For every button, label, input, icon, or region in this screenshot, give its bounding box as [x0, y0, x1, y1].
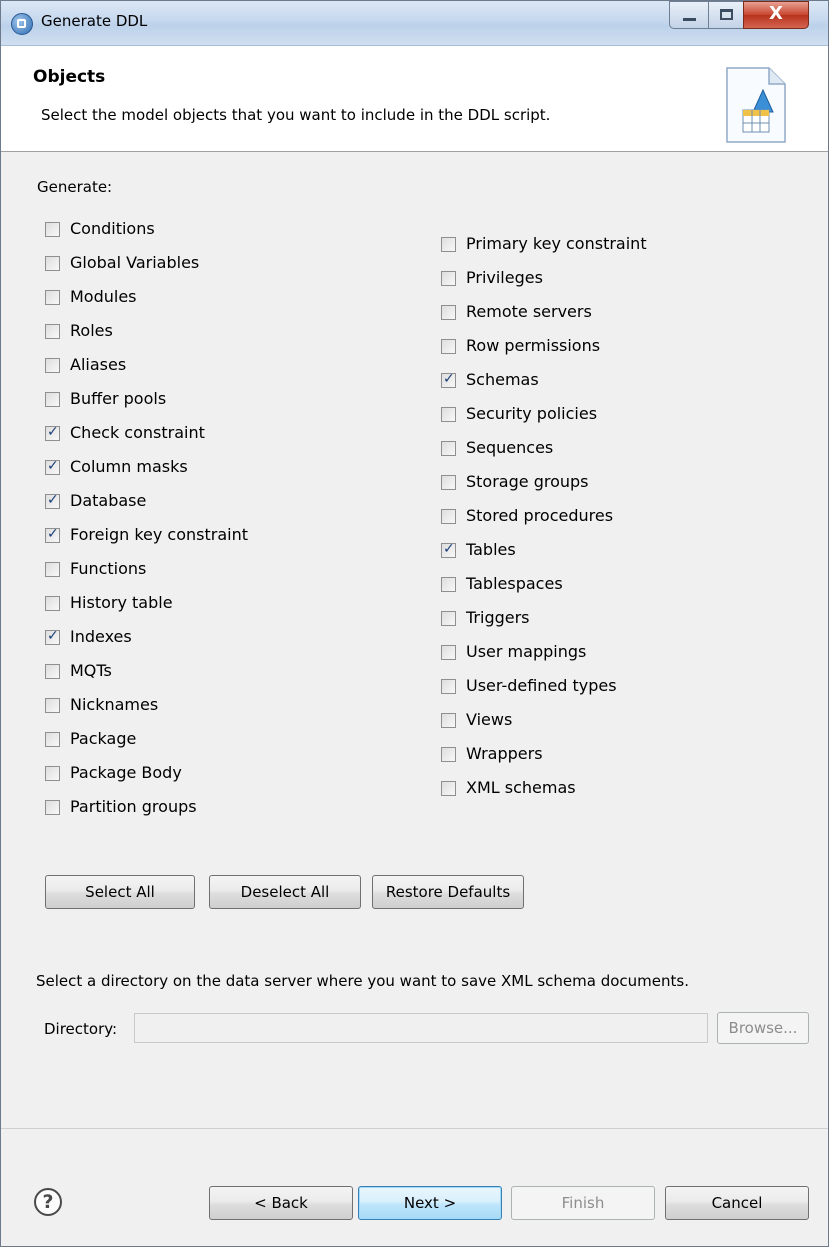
checkbox-box[interactable] — [441, 645, 456, 660]
checkbox-label: Database — [70, 491, 147, 510]
browse-button[interactable]: Browse... — [717, 1012, 809, 1044]
checkbox-box[interactable] — [45, 324, 60, 339]
checkbox-label: Tables — [466, 540, 516, 559]
deselect-all-button[interactable]: Deselect All — [209, 875, 361, 909]
maximize-button[interactable] — [708, 1, 744, 29]
checkbox-box[interactable] — [45, 256, 60, 271]
generate-ddl-dialog: Generate DDL X Objects Select the model … — [0, 0, 829, 1247]
ddl-script-icon — [726, 67, 786, 143]
checkbox-label: Conditions — [70, 219, 155, 238]
checkbox-label: Privileges — [466, 268, 543, 287]
checkbox-label: Package — [70, 729, 137, 748]
minimize-button[interactable] — [669, 1, 709, 29]
checkbox-label: Primary key constraint — [466, 234, 647, 253]
title-bar: Generate DDL X — [1, 1, 828, 46]
checkbox-box[interactable] — [441, 509, 456, 524]
restore-defaults-button[interactable]: Restore Defaults — [372, 875, 524, 909]
generate-label: Generate: — [37, 178, 113, 196]
checkbox-box[interactable] — [441, 237, 456, 252]
footer-separator — [1, 1128, 828, 1129]
select-all-button[interactable]: Select All — [45, 875, 195, 909]
directory-input[interactable] — [134, 1013, 708, 1043]
checkbox-box[interactable] — [45, 526, 60, 543]
checkbox-label: Wrappers — [466, 744, 543, 763]
checkbox-label: Aliases — [70, 355, 127, 374]
checkbox-box[interactable] — [441, 713, 456, 728]
close-button[interactable]: X — [743, 1, 809, 29]
app-icon — [11, 13, 33, 35]
checkbox-box[interactable] — [45, 222, 60, 237]
checkbox-box[interactable] — [45, 596, 60, 611]
checkbox-box[interactable] — [441, 407, 456, 422]
checkbox-label: Package Body — [70, 763, 182, 782]
cancel-button[interactable]: Cancel — [665, 1186, 809, 1220]
checkbox-label: Indexes — [70, 627, 132, 646]
checkbox-label: Roles — [70, 321, 113, 340]
minimize-icon — [683, 18, 696, 21]
checkbox-box[interactable] — [45, 732, 60, 747]
checkbox-label: MQTs — [70, 661, 112, 680]
checkbox-box[interactable] — [441, 541, 456, 558]
checkbox-box[interactable] — [441, 305, 456, 320]
checkbox-box[interactable] — [441, 339, 456, 354]
checkbox-box[interactable] — [45, 458, 60, 475]
checkbox-box[interactable] — [45, 392, 60, 407]
checkbox-label: Buffer pools — [70, 389, 167, 408]
back-button[interactable]: < Back — [209, 1186, 353, 1220]
wizard-banner: Objects Select the model objects that yo… — [1, 46, 828, 152]
checkbox-label: Storage groups — [466, 472, 589, 491]
help-icon[interactable]: ? — [34, 1188, 62, 1216]
checkbox-box[interactable] — [45, 290, 60, 305]
checkbox-label: XML schemas — [466, 778, 576, 797]
checkbox-box[interactable] — [45, 628, 60, 645]
checkbox-box[interactable] — [441, 747, 456, 762]
checkbox-label: Views — [466, 710, 513, 729]
checkbox-label: Functions — [70, 559, 147, 578]
maximize-icon — [720, 9, 733, 20]
checkbox-label: Partition groups — [70, 797, 197, 816]
checkbox-box[interactable] — [441, 577, 456, 592]
checkbox-box[interactable] — [45, 698, 60, 713]
checkbox-label: User-defined types — [466, 676, 617, 695]
checkbox-label: Tablespaces — [466, 574, 563, 593]
window-title: Generate DDL — [41, 12, 148, 30]
checkbox-label: Foreign key constraint — [70, 525, 248, 544]
next-button[interactable]: Next > — [358, 1186, 502, 1220]
checkbox-label: Remote servers — [466, 302, 592, 321]
checkbox-label: Sequences — [466, 438, 554, 457]
close-icon: X — [769, 3, 783, 24]
checkbox-box[interactable] — [45, 562, 60, 577]
directory-description: Select a directory on the data server wh… — [36, 972, 689, 990]
checkbox-label: Row permissions — [466, 336, 601, 355]
checkbox-box[interactable] — [441, 475, 456, 490]
checkbox-label: History table — [70, 593, 173, 612]
checkbox-box[interactable] — [441, 271, 456, 286]
checkbox-box[interactable] — [441, 781, 456, 796]
checkbox-label: Security policies — [466, 404, 598, 423]
checkbox-box[interactable] — [441, 441, 456, 456]
checkbox-label: Modules — [70, 287, 137, 306]
checkbox-box[interactable] — [45, 424, 60, 441]
checkbox-box[interactable] — [45, 766, 60, 781]
checkbox-box[interactable] — [441, 679, 456, 694]
checkbox-label: Triggers — [466, 608, 530, 627]
directory-label: Directory: — [44, 1020, 118, 1038]
checkbox-label: User mappings — [466, 642, 587, 661]
checkbox-box[interactable] — [441, 371, 456, 388]
checkbox-label: Schemas — [466, 370, 539, 389]
finish-button[interactable]: Finish — [511, 1186, 655, 1220]
checkbox-box[interactable] — [45, 664, 60, 679]
checkbox-label: Check constraint — [70, 423, 205, 442]
page-description: Select the model objects that you want t… — [41, 106, 551, 124]
checkbox-label: Nicknames — [70, 695, 159, 714]
checkbox-label: Global Variables — [70, 253, 200, 272]
checkbox-box[interactable] — [45, 800, 60, 815]
checkbox-label: Column masks — [70, 457, 188, 476]
checkbox-box[interactable] — [441, 611, 456, 626]
checkbox-box[interactable] — [45, 358, 60, 373]
checkbox-box[interactable] — [45, 492, 60, 509]
checkbox-label: Stored procedures — [466, 506, 614, 525]
page-title: Objects — [33, 67, 106, 87]
